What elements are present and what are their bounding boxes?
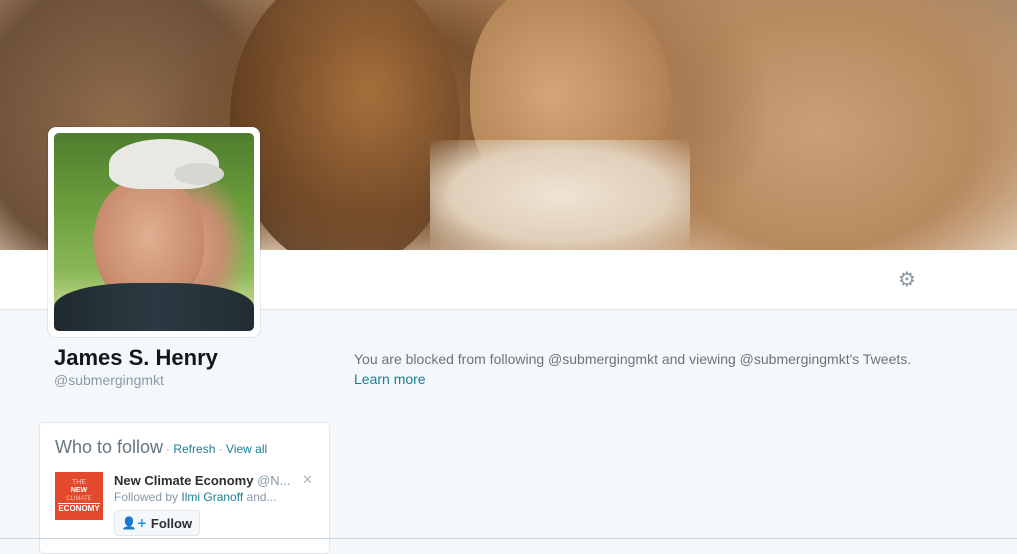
follow-button[interactable]: 👤+ Follow <box>114 510 200 536</box>
followed-suffix: and... <box>243 490 277 504</box>
blocked-message: You are blocked from following @submergi… <box>354 351 912 367</box>
learn-more-link[interactable]: Learn more <box>354 369 426 389</box>
logo-line: ECONOMY <box>58 503 100 513</box>
separator: · <box>215 442 227 456</box>
profile-handle[interactable]: @submergingmkt <box>54 372 164 388</box>
followed-prefix: Followed by <box>114 490 182 504</box>
profile-name[interactable]: James S. Henry <box>54 345 218 371</box>
divider <box>0 538 1017 539</box>
view-all-link[interactable]: View all <box>226 442 267 456</box>
suggestion-name[interactable]: New Climate Economy <box>114 473 253 488</box>
who-to-follow-card: Who to follow · Refresh · View all THE N… <box>39 422 330 554</box>
lion-image-part <box>230 0 460 250</box>
logo-line: NEW <box>70 487 88 494</box>
suggestion-avatar[interactable]: THE NEW CLIMATE ECONOMY <box>55 472 103 520</box>
refresh-link[interactable]: Refresh <box>173 442 215 456</box>
add-user-icon: 👤+ <box>121 516 147 530</box>
suggestion-followed-by: Followed by Ilmi Granoff and... <box>114 490 277 504</box>
follow-label: Follow <box>150 515 193 531</box>
who-to-follow-title: Who to follow <box>55 437 164 457</box>
gear-icon[interactable]: ⚙ <box>896 268 918 290</box>
who-to-follow-links: · Refresh · View all <box>166 442 267 456</box>
followed-by-user-link[interactable]: Ilmi Granoff <box>181 490 243 504</box>
suggestion-name-row[interactable]: New Climate Economy @N... <box>114 473 290 488</box>
close-icon[interactable]: ✕ <box>302 473 313 488</box>
ground-image-part <box>430 140 690 250</box>
avatar[interactable] <box>48 127 260 337</box>
logo-line: THE <box>72 479 86 486</box>
avatar-image <box>54 133 254 331</box>
suggestion-handle: @N... <box>257 473 291 488</box>
avatar-shirt <box>54 283 254 331</box>
logo-line: CLIMATE <box>66 496 92 502</box>
avatar-cap-brim <box>174 163 224 185</box>
